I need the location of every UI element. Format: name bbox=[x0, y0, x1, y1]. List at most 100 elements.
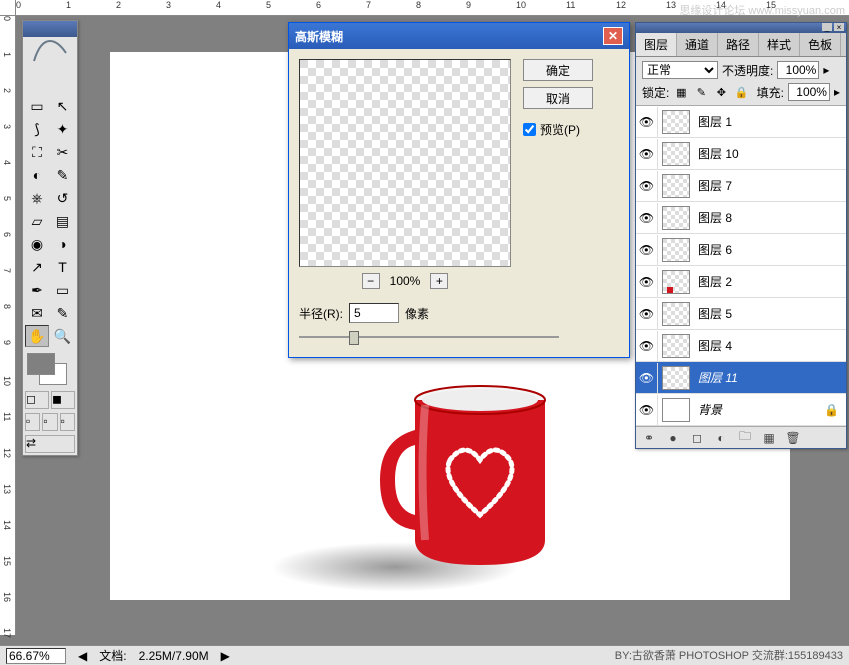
new-layer-icon[interactable]: ▦ bbox=[760, 430, 778, 446]
delete-layer-icon[interactable]: 🗑 bbox=[784, 430, 802, 446]
eraser-tool[interactable]: ▱ bbox=[25, 210, 49, 232]
stamp-tool[interactable]: ⎈ bbox=[25, 187, 49, 209]
cancel-button[interactable]: 取消 bbox=[523, 87, 593, 109]
fill-input[interactable] bbox=[788, 83, 830, 101]
layer-thumbnail[interactable] bbox=[662, 238, 690, 262]
tab-styles[interactable]: 样式 bbox=[759, 33, 800, 56]
layer-style-icon[interactable]: ● bbox=[664, 430, 682, 446]
eyedropper-tool[interactable]: ✎ bbox=[51, 302, 75, 324]
layer-row[interactable]: 👁背景🔒 bbox=[636, 394, 846, 426]
layer-thumbnail[interactable] bbox=[662, 270, 690, 294]
healing-tool[interactable]: ◐ bbox=[25, 164, 49, 186]
visibility-icon[interactable]: 👁 bbox=[636, 235, 658, 265]
adjustment-layer-icon[interactable]: ◐ bbox=[712, 430, 730, 446]
visibility-icon[interactable]: 👁 bbox=[636, 107, 658, 137]
layer-row[interactable]: 👁图层 1 bbox=[636, 106, 846, 138]
tab-paths[interactable]: 路径 bbox=[718, 33, 759, 56]
ok-button[interactable]: 确定 bbox=[523, 59, 593, 81]
panel-close-icon[interactable]: × bbox=[834, 23, 844, 31]
magic-wand-tool[interactable]: ✦ bbox=[51, 118, 75, 140]
preview-checkbox[interactable] bbox=[523, 123, 536, 136]
tab-channels[interactable]: 通道 bbox=[677, 33, 718, 56]
move-tool[interactable]: ↖ bbox=[51, 95, 75, 117]
layer-row[interactable]: 👁图层 10 bbox=[636, 138, 846, 170]
layer-thumbnail[interactable] bbox=[662, 174, 690, 198]
lock-position-icon[interactable]: ✥ bbox=[713, 84, 729, 100]
link-layers-icon[interactable]: ⚭ bbox=[640, 430, 658, 446]
screen-mode-3[interactable]: ▫ bbox=[60, 413, 75, 431]
dialog-titlebar[interactable]: 高斯模糊 ✕ bbox=[289, 23, 629, 49]
layer-thumbnail[interactable] bbox=[662, 334, 690, 358]
quickmask-mode[interactable]: ◼ bbox=[51, 391, 75, 409]
tab-layers[interactable]: 图层 bbox=[636, 33, 677, 56]
zoom-out-button[interactable]: − bbox=[362, 273, 380, 289]
layer-thumbnail[interactable] bbox=[662, 206, 690, 230]
lock-paint-icon[interactable]: ✎ bbox=[693, 84, 709, 100]
visibility-icon[interactable]: 👁 bbox=[636, 331, 658, 361]
zoom-input[interactable] bbox=[6, 648, 66, 664]
screen-mode-2[interactable]: ▫ bbox=[42, 413, 57, 431]
lock-all-icon[interactable]: 🔒 bbox=[733, 84, 749, 100]
layer-thumbnail[interactable] bbox=[662, 110, 690, 134]
layer-row[interactable]: 👁图层 4 bbox=[636, 330, 846, 362]
visibility-icon[interactable]: 👁 bbox=[636, 299, 658, 329]
group-icon[interactable]: 🗀 bbox=[736, 430, 754, 446]
visibility-icon[interactable]: 👁 bbox=[636, 395, 658, 425]
screen-mode-1[interactable]: ▫ bbox=[25, 413, 40, 431]
layer-mask-icon[interactable]: ◻ bbox=[688, 430, 706, 446]
close-icon[interactable]: ✕ bbox=[603, 27, 623, 45]
layer-row[interactable]: 👁图层 7 bbox=[636, 170, 846, 202]
pen-tool[interactable]: ✒ bbox=[25, 279, 49, 301]
gradient-tool[interactable]: ▤ bbox=[51, 210, 75, 232]
jump-to-button[interactable]: ⇄ bbox=[25, 435, 75, 453]
preview-image[interactable] bbox=[299, 59, 511, 267]
layer-row[interactable]: 👁图层 6 bbox=[636, 234, 846, 266]
opacity-arrow-icon[interactable]: ▸ bbox=[823, 63, 829, 77]
dodge-tool[interactable]: ◑ bbox=[51, 233, 75, 255]
path-select-tool[interactable]: ↗ bbox=[25, 256, 49, 278]
panel-titlebar[interactable]: _ × bbox=[636, 23, 846, 33]
scroll-left-icon[interactable]: ◀ bbox=[78, 649, 87, 663]
zoom-tool[interactable]: 🔍 bbox=[51, 325, 75, 347]
layer-row[interactable]: 👁图层 5 bbox=[636, 298, 846, 330]
layer-row[interactable]: 👁图层 2 bbox=[636, 266, 846, 298]
lock-transparency-icon[interactable]: ▦ bbox=[673, 84, 689, 100]
blend-mode-select[interactable]: 正常 bbox=[642, 61, 718, 79]
visibility-icon[interactable]: 👁 bbox=[636, 203, 658, 233]
brush-tool[interactable]: ✎ bbox=[51, 164, 75, 186]
tab-swatches[interactable]: 色板 bbox=[800, 33, 841, 56]
visibility-icon[interactable]: 👁 bbox=[636, 171, 658, 201]
layer-thumbnail[interactable] bbox=[662, 366, 690, 390]
visibility-icon[interactable]: 👁 bbox=[636, 363, 658, 393]
layer-thumbnail[interactable] bbox=[662, 302, 690, 326]
foreground-color[interactable] bbox=[27, 353, 55, 375]
blur-tool[interactable]: ◉ bbox=[25, 233, 49, 255]
crop-tool[interactable]: ⛶ bbox=[25, 141, 49, 163]
visibility-icon[interactable]: 👁 bbox=[636, 139, 658, 169]
lasso-tool[interactable]: ⟆ bbox=[25, 118, 49, 140]
hand-tool[interactable]: ✋ bbox=[25, 325, 49, 347]
visibility-icon[interactable]: 👁 bbox=[636, 267, 658, 297]
radius-slider[interactable] bbox=[299, 327, 559, 347]
layer-row[interactable]: 👁图层 8 bbox=[636, 202, 846, 234]
preview-checkbox-row[interactable]: 预览(P) bbox=[523, 121, 593, 138]
fill-arrow-icon[interactable]: ▸ bbox=[834, 85, 840, 99]
layer-thumbnail[interactable] bbox=[662, 142, 690, 166]
standard-mode[interactable]: ◻ bbox=[25, 391, 49, 409]
radius-input[interactable] bbox=[349, 303, 399, 323]
opacity-input[interactable] bbox=[777, 61, 819, 79]
slice-tool[interactable]: ✂ bbox=[51, 141, 75, 163]
zoom-in-button[interactable]: + bbox=[430, 273, 448, 289]
notes-tool[interactable]: ✉ bbox=[25, 302, 49, 324]
slider-thumb[interactable] bbox=[349, 331, 359, 345]
layer-row[interactable]: 👁图层 11 bbox=[636, 362, 846, 394]
doc-menu-icon[interactable]: ▶ bbox=[221, 649, 230, 663]
shape-tool[interactable]: ▭ bbox=[51, 279, 75, 301]
ruler-tick: 1 bbox=[2, 52, 12, 57]
type-tool[interactable]: T bbox=[51, 256, 75, 278]
panel-minimize-icon[interactable]: _ bbox=[822, 23, 832, 31]
toolbox-header[interactable] bbox=[23, 21, 77, 37]
history-brush-tool[interactable]: ↺ bbox=[51, 187, 75, 209]
layer-thumbnail[interactable] bbox=[662, 398, 690, 422]
marquee-tool[interactable]: ▭ bbox=[25, 95, 49, 117]
